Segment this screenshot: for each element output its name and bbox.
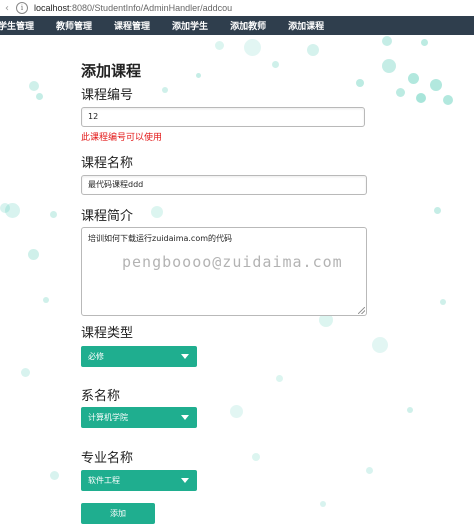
course-id-input[interactable]: 12	[81, 107, 365, 127]
major-select[interactable]: 软件工程	[81, 470, 197, 491]
department-select[interactable]: 计算机学院	[81, 407, 197, 428]
course-name-input[interactable]: 最代码课程ddd	[81, 175, 367, 195]
course-intro-label: 课程简介	[81, 209, 134, 224]
course-intro-text: 培训如何下载运行zuidaima.com的代码	[88, 234, 233, 243]
caret-down-icon	[181, 354, 189, 359]
department-value: 计算机学院	[88, 413, 128, 422]
course-type-label: 课程类型	[81, 326, 134, 341]
caret-down-icon	[181, 415, 189, 420]
major-label: 专业名称	[81, 451, 134, 466]
course-id-label: 课程编号	[81, 88, 134, 103]
course-intro-textarea[interactable]: 培训如何下载运行zuidaima.com的代码	[81, 227, 367, 316]
course-name-label: 课程名称	[81, 156, 134, 171]
course-type-select[interactable]: 必修	[81, 346, 197, 367]
page-title: 添加课程	[81, 62, 142, 80]
caret-down-icon	[181, 478, 189, 483]
department-label: 系名称	[81, 389, 121, 404]
major-value: 软件工程	[88, 476, 120, 485]
add-button[interactable]: 添加	[81, 503, 155, 524]
course-id-available-note: 此课程编号可以使用	[81, 133, 163, 143]
watermark: pengboooo@zuidaima.com	[122, 253, 343, 271]
resize-grip-icon[interactable]	[358, 307, 365, 314]
course-type-value: 必修	[88, 352, 104, 361]
